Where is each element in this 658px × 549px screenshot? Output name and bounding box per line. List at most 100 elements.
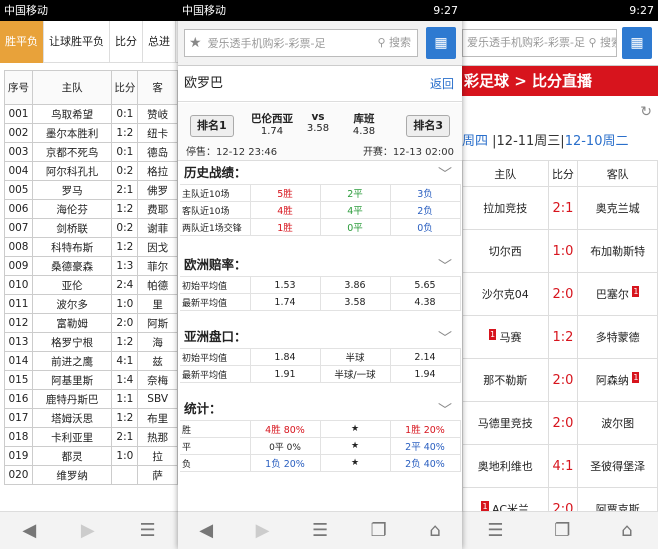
table-row[interactable]: 015 阿基里斯 1:4 奈梅 bbox=[4, 370, 178, 390]
live-score-table: 主队 比分 客队 拉加竞技 2:1 奥克兰城 切尔西 1:0 布加勒斯特 沙尔克04 2:0 巴… bbox=[462, 160, 658, 531]
table-row[interactable]: 019 都灵 1:0 拉 bbox=[4, 446, 178, 466]
date-thu[interactable]: 周四 bbox=[462, 134, 488, 149]
menu-icon[interactable]: ☰ bbox=[139, 520, 155, 541]
table-row[interactable]: 沙尔克04 2:0 巴塞尔 1 bbox=[462, 272, 658, 316]
home-icon[interactable]: ⌂ bbox=[621, 520, 632, 541]
tab-handicap[interactable]: 让球胜平负 bbox=[44, 21, 110, 63]
windows-icon[interactable]: ❐ bbox=[554, 520, 570, 541]
table-row[interactable]: 013 格罗宁根 1:2 海 bbox=[4, 332, 178, 352]
table-row[interactable]: 001 鸟取希望 0:1 赞岐 bbox=[4, 104, 178, 124]
chevron-down-icon[interactable]: ﹀ bbox=[438, 164, 452, 184]
table-row[interactable]: 马德里竞技 2:0 波尔图 bbox=[462, 401, 658, 445]
stat-row: 初始平均值 1.84 半球 2.14 bbox=[180, 348, 461, 366]
tab-total-goals[interactable]: 总进 bbox=[143, 21, 176, 63]
cell-home: 墨尔本胜利 bbox=[31, 123, 113, 143]
away-name: 布加勒斯特 bbox=[590, 245, 646, 258]
table-row[interactable]: 011 波尔多 1:0 里 bbox=[4, 294, 178, 314]
forward-arrow-icon[interactable]: ▶ bbox=[256, 520, 270, 541]
stats-table: 胜 4胜 80% ★ 1胜 20% 平 0平 0% ★ 2平 40% 负 1负 20% ★ 2负 40… bbox=[180, 420, 461, 472]
cell-home: 格罗宁根 bbox=[31, 332, 113, 352]
refresh-icon[interactable]: ↻ bbox=[640, 104, 652, 120]
search-input[interactable]: 爱乐透手机购彩-彩票-足 ⚲ 搜索 bbox=[462, 29, 617, 57]
cell-score: 2:4 bbox=[111, 275, 139, 295]
cell-home: 卡利亚里 bbox=[31, 427, 113, 447]
stat-cell: 1胜 20% bbox=[389, 420, 461, 438]
table-row[interactable]: 003 京都不死鸟 0:1 德岛 bbox=[4, 142, 178, 162]
tab-bar: 胜平负 让球胜平负 比分 总进 bbox=[0, 21, 178, 63]
home-name: 那不勒斯 bbox=[483, 374, 528, 387]
cell-score: 2:0 bbox=[547, 358, 579, 402]
back-arrow-icon[interactable]: ◀ bbox=[22, 520, 36, 541]
home-name: 拉加竞技 bbox=[483, 202, 528, 215]
stat-cell: 2.14 bbox=[389, 348, 461, 366]
menu-icon[interactable]: ☰ bbox=[487, 520, 503, 541]
cell-home: 桑德豪森 bbox=[31, 256, 113, 276]
table-row[interactable]: 014 前进之鹰 4:1 兹 bbox=[4, 351, 178, 371]
chevron-down-icon[interactable]: ﹀ bbox=[438, 256, 452, 276]
cell-score: 4:1 bbox=[547, 444, 579, 488]
cell-home: 鹿特丹斯巴 bbox=[31, 389, 113, 409]
grid-menu-button[interactable]: ▦ bbox=[426, 27, 456, 59]
home-name: 马赛 bbox=[499, 331, 522, 344]
search-input[interactable]: ★ 爱乐透手机购彩-彩票-足 ⚲ 搜索 bbox=[184, 29, 418, 57]
cell-score: 2:0 bbox=[547, 401, 579, 445]
forward-arrow-icon[interactable]: ▶ bbox=[81, 520, 95, 541]
away-name: 波尔图 bbox=[601, 417, 635, 430]
cell-away: 奈梅 bbox=[137, 370, 178, 390]
chevron-down-icon[interactable]: ﹀ bbox=[438, 400, 452, 420]
grid-menu-button[interactable]: ▦ bbox=[622, 27, 652, 59]
table-row[interactable]: 017 塔姆沃思 1:2 布里 bbox=[4, 408, 178, 428]
table-row[interactable]: 010 亚伦 2:4 帕德 bbox=[4, 275, 178, 295]
stat-cell: 初始平均值 bbox=[180, 348, 251, 366]
rank-away-button[interactable]: 排名3 bbox=[406, 115, 450, 137]
cell-score: 1:2 bbox=[547, 315, 579, 359]
table-row[interactable]: 016 鹿特丹斯巴 1:1 SBV bbox=[4, 389, 178, 409]
table-row[interactable]: 008 科特布斯 1:2 因戈 bbox=[4, 237, 178, 257]
stat-cell: 1负 20% bbox=[249, 454, 321, 472]
table-row[interactable]: 002 墨尔本胜利 1:2 纽卡 bbox=[4, 123, 178, 143]
table-row[interactable]: 1 马赛 1:2 多特蒙德 bbox=[462, 315, 658, 359]
table-row[interactable]: 004 阿尔科孔扎 0:2 格拉 bbox=[4, 161, 178, 181]
cell-score: 2:1 bbox=[547, 186, 579, 230]
status-bar: 中国移动 9:27 bbox=[178, 0, 462, 21]
stat-cell: 0平 0% bbox=[249, 437, 321, 455]
cell-away: 纽卡 bbox=[137, 123, 178, 143]
table-row[interactable]: 006 海伦芬 1:2 费耶 bbox=[4, 199, 178, 219]
stat-cell: 半球/一球 bbox=[319, 365, 391, 383]
back-link[interactable]: 返回 bbox=[430, 66, 454, 102]
cell-number: 015 bbox=[4, 370, 33, 390]
chevron-down-icon[interactable]: ﹀ bbox=[438, 328, 452, 348]
table-row[interactable]: 018 卡利亚里 2:1 热那 bbox=[4, 427, 178, 447]
date-tue[interactable]: 12-10周二 bbox=[565, 134, 629, 149]
table-row[interactable]: 那不勒斯 2:0 阿森纳 1 bbox=[462, 358, 658, 402]
rank-home-button[interactable]: 排名1 bbox=[190, 115, 234, 137]
table-row[interactable]: 007 剑桥联 0:2 谢菲 bbox=[4, 218, 178, 238]
stat-row: 胜 4胜 80% ★ 1胜 20% bbox=[180, 420, 461, 438]
table-row[interactable]: 切尔西 1:0 布加勒斯特 bbox=[462, 229, 658, 273]
stat-cell: ★ bbox=[319, 437, 391, 455]
cell-home: 那不勒斯 bbox=[462, 358, 549, 402]
windows-icon[interactable]: ❐ bbox=[371, 520, 387, 541]
right-screen: 9:27 爱乐透手机购彩-彩票-足 ⚲ 搜索 ▦ 彩足球 > 比分直播 ↻ 周四… bbox=[462, 0, 658, 549]
tab-score[interactable]: 比分 bbox=[110, 21, 143, 63]
table-row[interactable]: 009 桑德豪森 1:3 菲尔 bbox=[4, 256, 178, 276]
cell-score: 4:1 bbox=[111, 351, 139, 371]
away-name: 巴塞尔 bbox=[595, 288, 629, 301]
cell-score: 1:4 bbox=[111, 370, 139, 390]
menu-icon[interactable]: ☰ bbox=[312, 520, 328, 541]
table-row[interactable]: 012 富勒姆 2:0 阿斯 bbox=[4, 313, 178, 333]
tab-win-draw-lose[interactable]: 胜平负 bbox=[0, 21, 44, 63]
table-row[interactable]: 020 维罗纳 萨 bbox=[4, 465, 178, 485]
carrier: 中国移动 bbox=[182, 4, 226, 17]
home-icon[interactable]: ⌂ bbox=[429, 520, 440, 541]
back-arrow-icon[interactable]: ◀ bbox=[199, 520, 213, 541]
table-row[interactable]: 005 罗马 2:1 佛罗 bbox=[4, 180, 178, 200]
table-row[interactable]: 奥地利维也 4:1 圣彼得堡泽 bbox=[462, 444, 658, 488]
cell-home: 京都不死鸟 bbox=[31, 142, 113, 162]
euro-odds-section: 欧洲赔率： ﹀ 初始平均值 1.53 3.86 5.65 最新平均值 1.74 3.58 4.… bbox=[178, 254, 462, 311]
star-icon[interactable]: ★ bbox=[189, 35, 202, 51]
stop-time: 停售：12-12 23:46 bbox=[186, 147, 278, 158]
cell-number: 002 bbox=[4, 123, 33, 143]
table-row[interactable]: 拉加竞技 2:1 奥克兰城 bbox=[462, 186, 658, 230]
stat-cell: ★ bbox=[319, 420, 391, 438]
